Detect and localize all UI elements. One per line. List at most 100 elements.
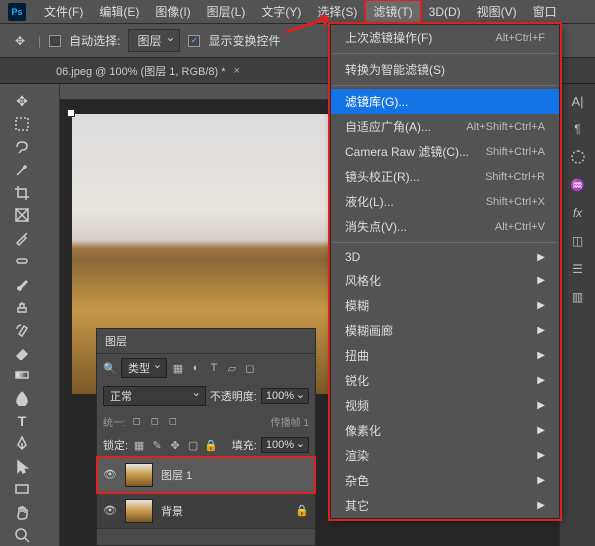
menu-item-last-filter[interactable]: 上次滤镜操作(F) Alt+Ctrl+F [331, 25, 559, 50]
lasso-tool[interactable] [11, 137, 33, 158]
layer-thumbnail[interactable] [125, 463, 153, 487]
menu-item-render[interactable]: 渲染▶ [331, 443, 559, 468]
lock-image-icon[interactable]: ✎ [150, 438, 164, 452]
unify-style-icon[interactable]: ◻ [166, 415, 180, 429]
unify-visibility-icon[interactable]: ◻ [148, 415, 162, 429]
glyphs-panel-icon[interactable]: fx [567, 202, 589, 224]
menu-image[interactable]: 图像(I) [147, 0, 198, 24]
menu-item-sharpen[interactable]: 锐化▶ [331, 368, 559, 393]
healing-brush-tool[interactable] [11, 251, 33, 272]
swatches-panel-icon[interactable] [567, 146, 589, 168]
histogram-panel-icon[interactable]: ▥ [567, 286, 589, 308]
layer-thumbnail[interactable] [125, 499, 153, 523]
app-logo[interactable]: Ps [8, 3, 26, 21]
navigator-panel-icon[interactable]: ☰ [567, 258, 589, 280]
blur-tool[interactable] [11, 387, 33, 408]
auto-select-dropdown[interactable]: 图层 [128, 29, 180, 52]
menu-item-liquify[interactable]: 液化(L)... Shift+Ctrl+X [331, 189, 559, 214]
pen-tool[interactable] [11, 433, 33, 454]
menu-item-pixelate[interactable]: 像素化▶ [331, 418, 559, 443]
menu-edit[interactable]: 编辑(E) [91, 0, 147, 24]
menu-item-other[interactable]: 其它▶ [331, 493, 559, 518]
menu-item-blur[interactable]: 模糊▶ [331, 293, 559, 318]
menu-type[interactable]: 文字(Y) [253, 0, 309, 24]
menu-view[interactable]: 视图(V) [469, 0, 525, 24]
rectangle-tool[interactable] [11, 479, 33, 500]
chevron-right-icon: ▶ [537, 425, 545, 436]
lock-icon[interactable]: 🔒 [295, 504, 309, 517]
blend-mode-dropdown[interactable]: 正常 [103, 386, 206, 406]
smart-filter-icon[interactable]: ◻ [243, 361, 257, 375]
chevron-right-icon: ▶ [537, 475, 545, 486]
menu-select[interactable]: 选择(S) [309, 0, 365, 24]
auto-select-label: 自动选择: [69, 32, 120, 49]
history-brush-tool[interactable] [11, 319, 33, 340]
type-tool[interactable]: T [11, 410, 33, 431]
marquee-tool[interactable] [11, 114, 33, 135]
close-icon[interactable]: × [234, 65, 240, 77]
magic-wand-tool[interactable] [11, 159, 33, 180]
adjust-filter-icon[interactable]: ◐ [189, 361, 203, 375]
document-tab[interactable]: 06.jpeg @ 100% (图层 1, RGB/8) * × [48, 63, 248, 79]
menu-item-camera-raw[interactable]: Camera Raw 滤镜(C)... Shift+Ctrl+A [331, 139, 559, 164]
menu-filter[interactable]: 滤镜(T) [365, 0, 420, 24]
menu-item-distort[interactable]: 扭曲▶ [331, 343, 559, 368]
hand-tool[interactable] [11, 501, 33, 522]
menu-item-convert-smart[interactable]: 转换为智能滤镜(S) [331, 57, 559, 82]
lock-label: 锁定: [103, 437, 128, 453]
ruler-vertical[interactable] [44, 84, 60, 546]
pixel-filter-icon[interactable]: ▦ [171, 361, 185, 375]
panel-title: 图层 [97, 329, 315, 354]
lock-all-icon[interactable]: 🔒 [204, 438, 218, 452]
clone-stamp-tool[interactable] [11, 296, 33, 317]
move-tool[interactable]: ✥ [11, 91, 33, 112]
menu-item-adaptive-wide[interactable]: 自适应广角(A)... Alt+Shift+Ctrl+A [331, 114, 559, 139]
menu-window[interactable]: 窗口 [525, 0, 565, 24]
menu-separator [333, 85, 557, 86]
visibility-icon[interactable]: 👁 [103, 504, 117, 517]
menu-layer[interactable]: 图层(L) [199, 0, 254, 24]
layer-row[interactable]: 👁 背景 🔒 [97, 493, 315, 529]
shape-filter-icon[interactable]: ▱ [225, 361, 239, 375]
brushes-panel-icon[interactable]: ♒ [567, 174, 589, 196]
filter-type-dropdown[interactable]: 类型 [121, 358, 167, 378]
unify-position-icon[interactable]: ◻ [130, 415, 144, 429]
info-panel-icon[interactable]: ◫ [567, 230, 589, 252]
show-transform-checkbox[interactable] [188, 35, 200, 47]
eraser-tool[interactable] [11, 342, 33, 363]
transform-handle[interactable] [67, 109, 75, 117]
frame-tool[interactable] [11, 205, 33, 226]
type-filter-icon[interactable]: T [207, 361, 221, 375]
zoom-tool[interactable] [11, 524, 33, 545]
opacity-input[interactable]: 100% [261, 388, 309, 404]
brush-tool[interactable] [11, 273, 33, 294]
crop-tool[interactable] [11, 182, 33, 203]
eyedropper-tool[interactable] [11, 228, 33, 249]
layer-name[interactable]: 图层 1 [161, 467, 192, 483]
menu-item-lens-correction[interactable]: 镜头校正(R)... Shift+Ctrl+R [331, 164, 559, 189]
menu-item-noise[interactable]: 杂色▶ [331, 468, 559, 493]
path-selection-tool[interactable] [11, 456, 33, 477]
layer-name[interactable]: 背景 [161, 503, 183, 519]
propagate-label: 传播帧 1 [271, 414, 309, 429]
menu-item-3d[interactable]: 3D▶ [331, 246, 559, 268]
visibility-icon[interactable]: 👁 [103, 468, 117, 481]
fill-input[interactable]: 100% [261, 437, 309, 453]
menu-item-vanishing-point[interactable]: 消失点(V)... Alt+Ctrl+V [331, 214, 559, 239]
menu-item-blur-gallery[interactable]: 模糊画廊▶ [331, 318, 559, 343]
move-tool-icon: ✥ [10, 31, 30, 51]
paragraph-panel-icon[interactable]: ¶ [567, 118, 589, 140]
menu-item-video[interactable]: 视频▶ [331, 393, 559, 418]
menu-separator [333, 242, 557, 243]
lock-transparent-icon[interactable]: ▦ [132, 438, 146, 452]
layer-row[interactable]: 👁 图层 1 [97, 457, 315, 493]
auto-select-checkbox[interactable] [49, 35, 61, 47]
gradient-tool[interactable] [11, 365, 33, 386]
menu-3d[interactable]: 3D(D) [421, 0, 469, 24]
character-panel-icon[interactable]: A| [567, 90, 589, 112]
menu-item-filter-gallery[interactable]: 滤镜库(G)... [331, 89, 559, 114]
menu-item-stylize[interactable]: 风格化▶ [331, 268, 559, 293]
menu-file[interactable]: 文件(F) [36, 0, 91, 24]
lock-artboard-icon[interactable]: ▢ [186, 438, 200, 452]
lock-position-icon[interactable]: ✥ [168, 438, 182, 452]
